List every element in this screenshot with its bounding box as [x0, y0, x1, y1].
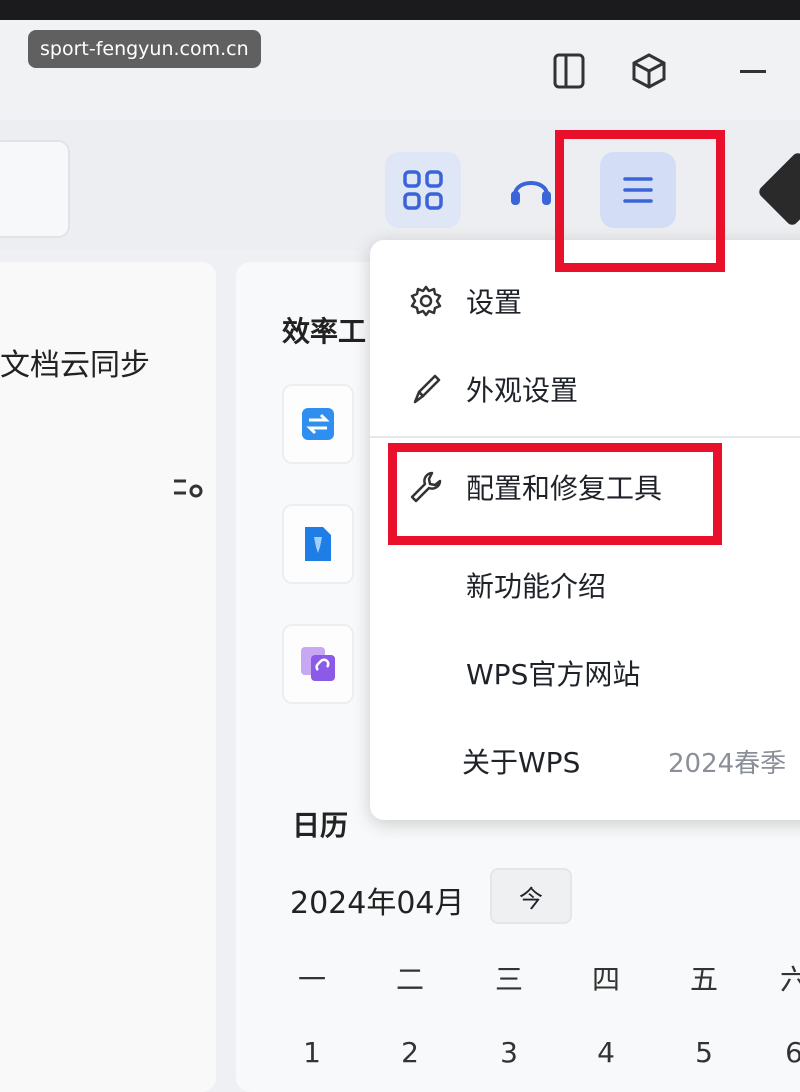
menu-item-about[interactable]: 关于WPS 2024春季: [370, 726, 800, 796]
filter-settings-icon[interactable]: [172, 478, 206, 502]
apps-grid-button[interactable]: [385, 152, 461, 228]
highlight-box-repair-tools: [388, 443, 722, 545]
grid-icon: [403, 170, 443, 210]
menu-item-official-site[interactable]: WPS官方网站: [370, 638, 800, 708]
convert-icon: [302, 408, 334, 440]
menu-item-label: WPS官方网站: [466, 658, 641, 691]
weekday-label: 一: [297, 963, 326, 996]
weekday-label: 五: [689, 963, 718, 996]
calendar-day[interactable]: 1: [292, 1036, 332, 1069]
version-label: 2024春季: [668, 748, 787, 779]
highlight-box-menu-button: [555, 130, 725, 272]
menu-item-label: 外观设置: [466, 374, 579, 407]
watermark: sport-fengyun.com.cn: [28, 30, 261, 68]
brush-icon: [406, 369, 446, 409]
weekday-label: 二: [395, 963, 424, 996]
file-icon: [305, 527, 331, 561]
calendar-day[interactable]: 6: [774, 1036, 800, 1069]
headset-icon: [511, 181, 551, 205]
today-button[interactable]: 今: [490, 868, 572, 924]
cloud-sync-title: 文档云同步: [0, 348, 150, 383]
weekday-label: 四: [591, 963, 620, 996]
weekday-label: 六: [779, 963, 800, 996]
tablet-mode-icon[interactable]: [550, 52, 588, 90]
calendar-month: 2024年04月: [290, 886, 465, 921]
minimize-button[interactable]: [740, 70, 766, 73]
cube-icon[interactable]: [630, 52, 668, 90]
calendar-title: 日历: [292, 809, 349, 842]
pdf-link-tool-tile[interactable]: [282, 624, 354, 704]
menu-item-settings[interactable]: 设置: [370, 266, 800, 336]
weekday-label: 三: [494, 963, 523, 996]
menu-item-label: 关于WPS: [462, 746, 581, 779]
calendar-day[interactable]: 5: [684, 1036, 724, 1069]
search-box[interactable]: [0, 140, 70, 238]
menu-item-label: 设置: [466, 286, 523, 319]
menu-divider: [370, 436, 800, 438]
calendar-day[interactable]: 4: [586, 1036, 626, 1069]
convert-tool-tile[interactable]: [282, 384, 354, 464]
menu-item-whats-new[interactable]: 新功能介绍: [370, 550, 800, 620]
calendar-day[interactable]: 3: [489, 1036, 529, 1069]
document-tool-tile[interactable]: [282, 504, 354, 584]
screen-top-bezel: [0, 0, 800, 20]
calendar-day[interactable]: 2: [390, 1036, 430, 1069]
menu-item-appearance[interactable]: 外观设置: [370, 354, 800, 424]
efficiency-tools-title: 效率工: [282, 315, 367, 348]
left-panel: [0, 262, 216, 1092]
menu-item-label: 新功能介绍: [466, 570, 607, 603]
link-file-icon: [301, 647, 335, 681]
gear-icon: [406, 281, 446, 321]
